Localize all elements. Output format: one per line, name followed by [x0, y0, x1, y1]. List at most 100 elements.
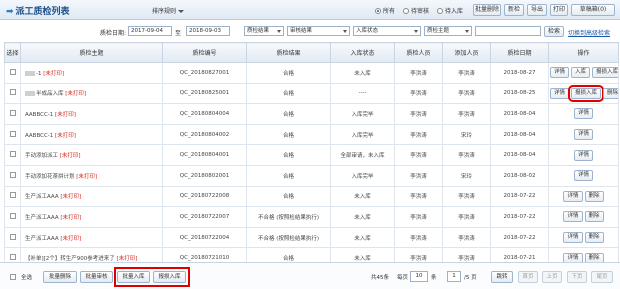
qc-result: 合格 — [246, 62, 331, 84]
inspector: 李洪涛 — [394, 206, 443, 228]
row-checkbox[interactable] — [9, 171, 16, 178]
print-status-tag: [未打印] — [55, 111, 76, 118]
action-button[interactable]: 入库 — [571, 67, 591, 79]
action-button[interactable]: 删除 — [603, 87, 618, 99]
theme-text: 手动添加花茶拼计划 — [25, 173, 75, 180]
qc-theme[interactable]: 手动添加派工 [未打印] — [20, 144, 163, 166]
qc-date: 2018-07-22 — [490, 206, 549, 228]
print-button[interactable]: 打印 — [550, 4, 568, 16]
highlight-box — [114, 267, 190, 287]
action-button[interactable]: 详情 — [573, 149, 593, 161]
qc-theme[interactable]: 半成品入库 [未打印] — [20, 82, 163, 105]
print-status-tag: [未打印] — [65, 91, 87, 98]
theme-text: AABBCC-1 — [25, 132, 54, 139]
row-checkbox[interactable] — [9, 233, 16, 240]
action-button[interactable]: 详情 — [563, 232, 583, 244]
action-button[interactable]: 删除 — [584, 232, 604, 244]
page-title: ➡ 派工质检列表 — [6, 7, 70, 17]
qc-theme[interactable]: 生产派工AAA [未打印] — [20, 206, 163, 228]
sort-rule-dropdown[interactable]: 排序规则 — [152, 6, 185, 15]
row-actions: 详情 — [548, 123, 619, 146]
table-row: 生产派工AAA [未打印] QC_20180722004 不合格 (按照检结果执行)… — [4, 226, 619, 249]
last-page-button[interactable]: 尾页 — [591, 271, 613, 283]
batch-review-button[interactable]: 批量审核 — [80, 271, 113, 283]
action-button[interactable]: 删除 — [584, 190, 604, 202]
search-button[interactable]: 检索 — [544, 26, 564, 37]
adder: 李洪涛 — [442, 82, 491, 105]
advanced-search-link[interactable]: 切换到高级检索 — [568, 28, 610, 37]
inspector: 李洪涛 — [394, 185, 443, 208]
row-checkbox[interactable] — [9, 109, 16, 116]
action-button[interactable]: 删除 — [584, 211, 604, 223]
row-checkbox[interactable] — [9, 192, 16, 199]
action-button[interactable]: 详情 — [550, 87, 570, 99]
adder: 宋玲 — [442, 164, 491, 187]
print-status-tag: [未打印] — [76, 173, 98, 180]
per-page-select[interactable]: 10 — [410, 271, 428, 282]
action-button[interactable]: 详情 — [563, 211, 583, 223]
next-page-button[interactable]: 下页 — [567, 271, 587, 283]
row-checkbox[interactable] — [9, 68, 16, 75]
qc-theme[interactable]: 手动添加花茶拼计划 [未打印] — [20, 164, 163, 187]
qc-theme[interactable]: -1 [未打印] — [20, 62, 163, 84]
qc-theme[interactable]: AABBCC-1 [未打印] — [20, 103, 163, 125]
action-button[interactable]: 详情 — [563, 190, 583, 202]
row-actions: 详情 删除 — [548, 206, 619, 228]
export-button[interactable]: 导出 — [527, 4, 547, 16]
table-row: -1 [未打印] QC_20180827001 合格 未入库 李洪涛 李洪涛 2018-08… — [4, 62, 619, 84]
stock-status-select[interactable]: 入库状态 — [353, 26, 421, 36]
prev-page-button[interactable]: 上页 — [542, 271, 562, 283]
row-checkbox[interactable] — [9, 130, 16, 137]
first-page-button[interactable]: 首页 — [518, 271, 538, 283]
radio-dot — [375, 7, 381, 14]
qc-theme[interactable]: AABBCC-1 [未打印] — [20, 123, 163, 146]
row-checkbox-cell — [4, 206, 21, 228]
action-button[interactable]: 报损入库 — [568, 84, 605, 102]
row-checkbox-cell — [4, 185, 21, 208]
row-checkbox[interactable] — [9, 254, 16, 261]
adder: 李洪涛 — [442, 103, 491, 125]
row-checkbox-cell — [4, 144, 21, 166]
radio-pending-review[interactable]: 待审核 — [403, 6, 429, 15]
select-all-checkbox[interactable] — [10, 274, 16, 280]
jump-button[interactable]: 跳转 — [491, 271, 513, 283]
inspector: 李洪涛 — [394, 82, 443, 105]
date-from-input[interactable]: 2017-09-04 — [128, 26, 172, 36]
date-to-input[interactable]: 2018-09-03 — [186, 26, 230, 36]
theme-text: 手动添加派工 — [25, 153, 59, 160]
theme-text: 生产派工AAA — [25, 235, 59, 242]
theme-select[interactable]: 质检主题 — [424, 26, 472, 36]
batch-delete-button[interactable]: 批量删除 — [473, 4, 501, 16]
row-checkbox[interactable] — [9, 151, 16, 158]
radio-pending-stock[interactable]: 待入库 — [437, 6, 463, 15]
page-input[interactable]: 1 — [447, 271, 461, 282]
arrow-icon: ➡ — [6, 7, 14, 17]
radio-all[interactable]: 所有 — [375, 6, 395, 15]
table-row: 手动添加花茶拼计划 [未打印] QC_20180802001 合格 入库完毕 李洪涛 宋玲… — [4, 164, 619, 187]
review-select[interactable]: 审核结果 — [287, 26, 350, 36]
col-inspector: 质检人员 — [394, 42, 443, 63]
action-button[interactable]: 详情 — [550, 67, 570, 79]
keyword-input[interactable] — [475, 26, 541, 36]
result-select[interactable]: 质检结果 — [244, 26, 284, 36]
action-button[interactable]: 详情 — [573, 108, 593, 120]
qc-theme[interactable]: 生产派工AAA [未打印] — [20, 185, 163, 208]
qc-code: QC_20180804004 — [162, 103, 247, 125]
qc-code: QC_20180722004 — [162, 226, 247, 249]
new-check-button[interactable]: 新检 — [504, 4, 524, 16]
drafts-button[interactable]: 草稿箱(0) — [571, 4, 615, 16]
inspector: 李洪涛 — [394, 164, 443, 187]
row-checkbox[interactable] — [9, 212, 16, 219]
batch-delete-footer-button[interactable]: 批量删除 — [43, 271, 77, 283]
stock-status: ---- — [330, 82, 395, 105]
theme-text: -1 — [36, 70, 42, 77]
row-checkbox[interactable] — [9, 89, 16, 96]
action-button[interactable]: 详情 — [573, 129, 593, 141]
filter-radios: 所有 待审核 待入库 — [375, 6, 463, 15]
row-checkbox-cell — [4, 164, 21, 187]
row-checkbox-cell — [4, 82, 21, 105]
qc-theme[interactable]: 生产派工AAA [未打印] — [20, 226, 163, 249]
action-button[interactable]: 报损入库 — [592, 67, 618, 79]
action-button[interactable]: 详情 — [573, 170, 593, 182]
qc-result: 合格 — [246, 144, 331, 166]
